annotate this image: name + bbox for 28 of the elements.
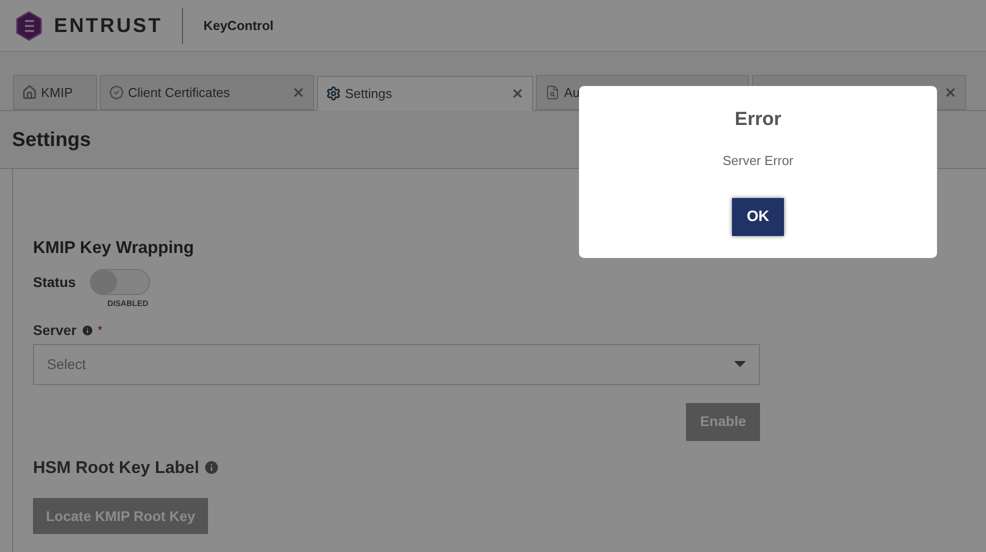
server-select[interactable]: Select <box>33 344 760 384</box>
status-label: Status <box>33 272 76 292</box>
file-search-icon <box>545 85 560 100</box>
section-title: KMIP Key Wrapping <box>33 237 194 259</box>
dialog-message: Server Error <box>722 152 794 170</box>
required-mark: * <box>98 322 102 339</box>
close-icon[interactable] <box>292 86 305 99</box>
logo-icon <box>16 10 42 40</box>
tab[interactable]: Client Certificates <box>100 75 314 110</box>
hsm-title: HSM Root Key Label <box>33 456 200 478</box>
product-name: KeyControl <box>203 16 274 35</box>
page-title: Settings <box>12 128 91 152</box>
home-icon <box>22 85 37 100</box>
status-toggle[interactable] <box>90 268 150 294</box>
ok-button[interactable]: OK <box>732 198 784 236</box>
tab[interactable]: Settings <box>317 76 533 111</box>
close-icon[interactable] <box>944 86 957 99</box>
tab[interactable]: KMIP <box>13 75 97 110</box>
info-icon[interactable] <box>80 324 94 336</box>
server-label: Server <box>33 320 77 340</box>
close-icon[interactable] <box>511 87 524 100</box>
brand-name: ENTRUST <box>54 14 162 38</box>
caret-icon <box>734 361 746 367</box>
badge-check-icon <box>109 85 124 100</box>
gear-icon <box>326 86 341 101</box>
status-text: DISABLED <box>107 298 148 310</box>
dialog-title: Error <box>734 108 782 132</box>
info-icon[interactable] <box>203 458 220 476</box>
